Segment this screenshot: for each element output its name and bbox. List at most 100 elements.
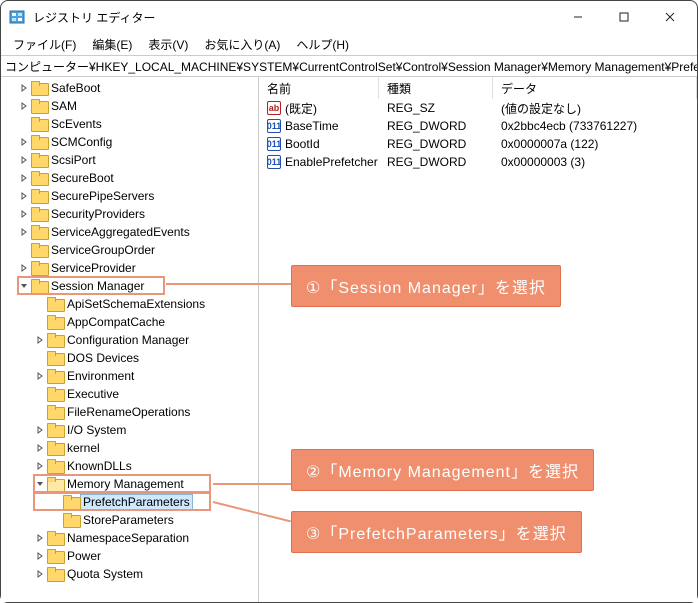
- tree-node[interactable]: ScEvents: [1, 115, 258, 133]
- value-name-label: BootId: [285, 137, 320, 151]
- chevron-right-icon[interactable]: [33, 570, 47, 578]
- menu-file[interactable]: ファイル(F): [5, 34, 84, 55]
- tree-node[interactable]: SecurityProviders: [1, 205, 258, 223]
- col-name[interactable]: 名前: [259, 77, 379, 99]
- value-data: (値の設定なし): [493, 100, 697, 117]
- tree-node-label: Session Manager: [49, 279, 146, 293]
- addressbar[interactable]: コンピューター¥HKEY_LOCAL_MACHINE¥SYSTEM¥Curren…: [1, 55, 697, 77]
- tree-node[interactable]: KnownDLLs: [1, 457, 258, 475]
- tree-pane[interactable]: SafeBootSAMScEventsSCMConfigScsiPortSecu…: [1, 77, 259, 602]
- maximize-button[interactable]: [601, 1, 647, 33]
- value-row[interactable]: 011BootIdREG_DWORD0x0000007a (122): [259, 135, 697, 153]
- value-row[interactable]: 011BaseTimeREG_DWORD0x2bbc4ecb (73376122…: [259, 117, 697, 135]
- tree-node[interactable]: ScsiPort: [1, 151, 258, 169]
- tree-node[interactable]: Executive: [1, 385, 258, 403]
- tree-node[interactable]: ServiceAggregatedEvents: [1, 223, 258, 241]
- folder-icon: [63, 513, 79, 527]
- tree-node-label: FileRenameOperations: [65, 405, 192, 419]
- tree-node[interactable]: ServiceGroupOrder: [1, 241, 258, 259]
- menu-favorites[interactable]: お気に入り(A): [196, 34, 288, 55]
- chevron-right-icon[interactable]: [17, 264, 31, 272]
- folder-icon: [63, 495, 79, 509]
- folder-icon: [47, 549, 63, 563]
- chevron-right-icon[interactable]: [17, 174, 31, 182]
- tree-node-label: Executive: [65, 387, 121, 401]
- tree-node[interactable]: Power: [1, 547, 258, 565]
- reg-dword-icon: 011: [267, 119, 281, 133]
- chevron-right-icon[interactable]: [33, 336, 47, 344]
- chevron-right-icon[interactable]: [17, 84, 31, 92]
- tree-node[interactable]: I/O System: [1, 421, 258, 439]
- tree-node[interactable]: kernel: [1, 439, 258, 457]
- chevron-right-icon[interactable]: [17, 102, 31, 110]
- folder-icon: [31, 153, 47, 167]
- minimize-button[interactable]: [555, 1, 601, 33]
- tree-node[interactable]: PrefetchParameters: [1, 493, 258, 511]
- values-list: ab(既定)REG_SZ(値の設定なし)011BaseTimeREG_DWORD…: [259, 99, 697, 171]
- value-name: 011EnablePrefetcher: [259, 155, 379, 169]
- main-split: SafeBootSAMScEventsSCMConfigScsiPortSecu…: [1, 77, 697, 602]
- chevron-right-icon[interactable]: [33, 552, 47, 560]
- chevron-right-icon[interactable]: [17, 138, 31, 146]
- col-data[interactable]: データ: [493, 77, 697, 99]
- chevron-right-icon[interactable]: [17, 210, 31, 218]
- menu-edit[interactable]: 編集(E): [84, 34, 140, 55]
- folder-icon: [47, 459, 63, 473]
- chevron-right-icon[interactable]: [17, 192, 31, 200]
- menu-view[interactable]: 表示(V): [140, 34, 196, 55]
- folder-icon: [47, 423, 63, 437]
- tree-node[interactable]: FileRenameOperations: [1, 403, 258, 421]
- menu-help[interactable]: ヘルプ(H): [288, 34, 357, 55]
- chevron-right-icon[interactable]: [33, 372, 47, 380]
- titlebar: レジストリ エディター: [1, 1, 697, 33]
- tree-node-label: SecurePipeServers: [49, 189, 156, 203]
- folder-icon: [47, 441, 63, 455]
- tree-node[interactable]: SAM: [1, 97, 258, 115]
- chevron-right-icon[interactable]: [33, 426, 47, 434]
- tree-node-label: SafeBoot: [49, 81, 102, 95]
- tree-node[interactable]: DOS Devices: [1, 349, 258, 367]
- tree-node[interactable]: ServiceProvider: [1, 259, 258, 277]
- value-type: REG_DWORD: [379, 137, 493, 151]
- value-row[interactable]: ab(既定)REG_SZ(値の設定なし): [259, 99, 697, 117]
- folder-icon: [47, 387, 63, 401]
- tree-node[interactable]: AppCompatCache: [1, 313, 258, 331]
- chevron-down-icon[interactable]: [17, 282, 31, 290]
- regedit-icon: [9, 9, 25, 25]
- chevron-right-icon[interactable]: [33, 534, 47, 542]
- window-title: レジストリ エディター: [33, 9, 555, 26]
- tree-node-label: ServiceProvider: [49, 261, 138, 275]
- tree-node[interactable]: Environment: [1, 367, 258, 385]
- tree-node-label: ServiceAggregatedEvents: [49, 225, 192, 239]
- folder-icon: [47, 369, 63, 383]
- chevron-right-icon[interactable]: [17, 156, 31, 164]
- folder-icon: [31, 243, 47, 257]
- chevron-down-icon[interactable]: [33, 480, 47, 488]
- col-type[interactable]: 種類: [379, 77, 493, 99]
- value-type: REG_DWORD: [379, 155, 493, 169]
- tree-node[interactable]: SCMConfig: [1, 133, 258, 151]
- tree-node[interactable]: Memory Management: [1, 475, 258, 493]
- value-data: 0x0000007a (122): [493, 137, 697, 151]
- tree-node[interactable]: SecureBoot: [1, 169, 258, 187]
- tree-node-label: ScEvents: [49, 117, 104, 131]
- chevron-right-icon[interactable]: [17, 228, 31, 236]
- tree-node-label: StoreParameters: [81, 513, 176, 527]
- chevron-right-icon[interactable]: [33, 444, 47, 452]
- tree-node[interactable]: NamespaceSeparation: [1, 529, 258, 547]
- value-data: 0x00000003 (3): [493, 155, 697, 169]
- tree-node[interactable]: SecurePipeServers: [1, 187, 258, 205]
- folder-icon: [31, 207, 47, 221]
- tree-node[interactable]: Session Manager: [1, 277, 258, 295]
- tree-node[interactable]: Configuration Manager: [1, 331, 258, 349]
- close-button[interactable]: [647, 1, 693, 33]
- folder-icon: [47, 351, 63, 365]
- tree-node-label: NamespaceSeparation: [65, 531, 191, 545]
- tree-node[interactable]: ApiSetSchemaExtensions: [1, 295, 258, 313]
- tree-node[interactable]: Quota System: [1, 565, 258, 583]
- tree-node[interactable]: SafeBoot: [1, 79, 258, 97]
- chevron-right-icon[interactable]: [33, 462, 47, 470]
- value-row[interactable]: 011EnablePrefetcherREG_DWORD0x00000003 (…: [259, 153, 697, 171]
- window-controls: [555, 1, 693, 33]
- tree-node[interactable]: StoreParameters: [1, 511, 258, 529]
